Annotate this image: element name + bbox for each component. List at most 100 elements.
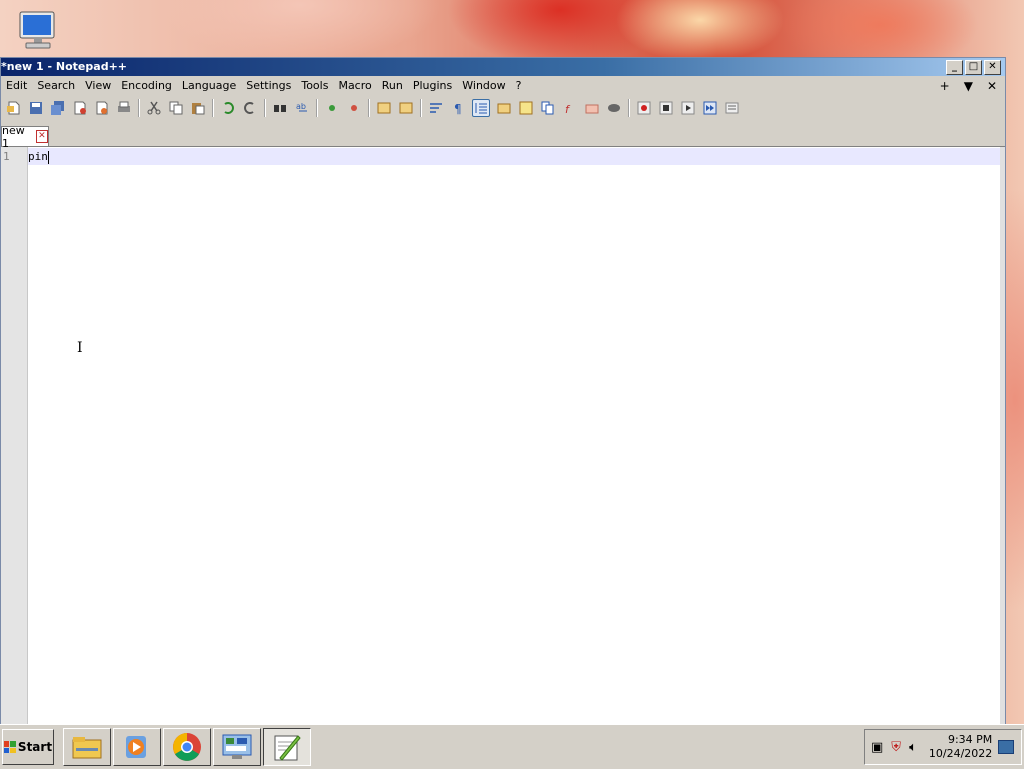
media-player-icon bbox=[126, 736, 146, 758]
clock-date: 10/24/2022 bbox=[928, 747, 993, 760]
play-macro-icon[interactable] bbox=[680, 100, 696, 116]
chrome-icon bbox=[173, 733, 201, 761]
print-icon[interactable] bbox=[116, 100, 132, 116]
menu-language[interactable]: Language bbox=[177, 76, 241, 96]
maximize-button[interactable]: □ bbox=[965, 60, 982, 75]
doc-map-icon[interactable] bbox=[518, 100, 534, 116]
notepadpp-icon bbox=[274, 735, 301, 761]
folder-workspace-icon[interactable] bbox=[584, 100, 600, 116]
save-all-icon[interactable] bbox=[50, 100, 66, 116]
function-list-icon[interactable]: f bbox=[562, 100, 578, 116]
vertical-scrollbar[interactable] bbox=[1000, 147, 1005, 724]
toolbar-separator bbox=[628, 99, 630, 117]
toolbar-separator bbox=[316, 99, 318, 117]
show-desktop-icon[interactable] bbox=[998, 740, 1015, 754]
control-panel-icon bbox=[222, 734, 252, 759]
menu-plugins[interactable]: Plugins bbox=[408, 76, 457, 96]
menu-view[interactable]: View bbox=[80, 76, 116, 96]
indent-guide-icon[interactable] bbox=[472, 99, 490, 117]
sync-horizontal-icon[interactable] bbox=[398, 100, 414, 116]
window-title: *new 1 - Notepad++ bbox=[1, 60, 128, 73]
start-label: Start bbox=[17, 740, 53, 754]
svg-text:f: f bbox=[565, 103, 571, 115]
svg-text:¶: ¶ bbox=[454, 102, 462, 115]
undo-icon[interactable] bbox=[220, 100, 236, 116]
menu-encoding[interactable]: Encoding bbox=[116, 76, 177, 96]
taskbar-notepadpp[interactable] bbox=[263, 728, 311, 766]
toolbar-separator bbox=[138, 99, 140, 117]
title-bar[interactable]: *new 1 - Notepad++ _ □ ✕ bbox=[1, 58, 1005, 76]
save-macro-icon[interactable] bbox=[724, 100, 740, 116]
paste-icon[interactable] bbox=[190, 100, 206, 116]
network-icon[interactable]: ▣ bbox=[871, 740, 883, 755]
code-line-text: pin bbox=[28, 150, 48, 163]
stop-macro-icon[interactable] bbox=[658, 100, 674, 116]
word-wrap-icon[interactable] bbox=[428, 100, 444, 116]
system-clock[interactable]: 9:34 PM 10/24/2022 bbox=[929, 733, 992, 761]
find-icon[interactable] bbox=[272, 100, 288, 116]
menu-help[interactable]: ? bbox=[511, 76, 527, 96]
doc-list-icon[interactable] bbox=[540, 100, 556, 116]
udl-icon[interactable] bbox=[496, 100, 512, 116]
taskbar-chrome[interactable] bbox=[163, 728, 211, 766]
zoom-out-icon[interactable] bbox=[346, 100, 362, 116]
computer-desktop-icon[interactable] bbox=[14, 8, 62, 52]
text-caret bbox=[47, 150, 49, 164]
tab-label: new 1 bbox=[2, 123, 25, 150]
new-file-icon[interactable] bbox=[6, 100, 22, 116]
close-file-icon[interactable] bbox=[72, 100, 88, 116]
security-alert-icon[interactable]: ⛨ bbox=[891, 740, 901, 755]
toolbar-separator bbox=[368, 99, 370, 117]
menu-search[interactable]: Search bbox=[32, 76, 80, 96]
start-button[interactable]: Start bbox=[2, 729, 54, 765]
toolbar-separator bbox=[264, 99, 266, 117]
menu-window[interactable]: Window bbox=[457, 76, 510, 96]
taskbar-media-player[interactable] bbox=[113, 728, 161, 766]
toolbar-separator bbox=[212, 99, 214, 117]
current-line-highlight bbox=[28, 148, 1001, 165]
line-number-gutter: 1 bbox=[1, 147, 28, 724]
show-all-characters-icon[interactable]: ¶ bbox=[450, 100, 466, 116]
folder-icon bbox=[72, 737, 102, 759]
new-tab-plus-icon[interactable]: + bbox=[940, 76, 950, 96]
menu-settings[interactable]: Settings bbox=[241, 76, 296, 96]
clock-time: 9:34 PM bbox=[947, 733, 993, 746]
system-tray: ▣ ⛨ 🔈︎ 9:34 PM 10/24/2022 bbox=[864, 729, 1022, 765]
ibeam-cursor-icon: I bbox=[77, 340, 83, 356]
sync-vertical-icon[interactable] bbox=[376, 100, 392, 116]
notepadpp-window: *new 1 - Notepad++ _ □ ✕ Edit Search Vie… bbox=[0, 57, 1006, 724]
taskbar-control-panel[interactable] bbox=[213, 728, 261, 766]
save-icon[interactable] bbox=[28, 100, 44, 116]
text-editor[interactable]: 1 pin I bbox=[1, 147, 1001, 724]
close-all-icon[interactable] bbox=[94, 100, 110, 116]
replace-icon[interactable]: ab bbox=[294, 100, 310, 116]
menu-tools[interactable]: Tools bbox=[296, 76, 333, 96]
record-macro-icon[interactable] bbox=[636, 100, 652, 116]
close-document-icon[interactable]: ✕ bbox=[987, 76, 997, 96]
menu-edit[interactable]: Edit bbox=[1, 76, 32, 96]
menu-run[interactable]: Run bbox=[377, 76, 408, 96]
redo-icon[interactable] bbox=[242, 100, 258, 116]
minimize-button[interactable]: _ bbox=[946, 60, 963, 75]
copy-icon[interactable] bbox=[168, 100, 184, 116]
run-macro-multiple-icon[interactable] bbox=[702, 100, 718, 116]
close-button[interactable]: ✕ bbox=[984, 60, 1001, 75]
tab-new-1[interactable]: new 1 ✕ bbox=[1, 124, 49, 150]
line-number: 1 bbox=[3, 150, 10, 163]
tab-list-dropdown-icon[interactable]: ▼ bbox=[964, 76, 973, 96]
menu-bar: Edit Search View Encoding Language Setti… bbox=[1, 76, 1005, 96]
taskbar: Start ▣ ⛨ 🔈︎ 9:34 PM 10/24/2022 bbox=[0, 724, 1024, 769]
menu-macro[interactable]: Macro bbox=[333, 76, 376, 96]
tab-bar: new 1 ✕ bbox=[1, 124, 1005, 150]
toolbar: ab ¶ f bbox=[1, 96, 1005, 120]
cut-icon[interactable] bbox=[146, 100, 162, 116]
code-line[interactable]: pin bbox=[28, 150, 49, 164]
tab-close-icon[interactable]: ✕ bbox=[35, 130, 48, 143]
windows-flag-icon bbox=[3, 741, 16, 753]
zoom-in-icon[interactable] bbox=[324, 100, 340, 116]
monitoring-icon[interactable] bbox=[606, 100, 622, 116]
taskbar-file-explorer[interactable] bbox=[63, 728, 111, 766]
svg-text:ab: ab bbox=[296, 102, 306, 111]
toolbar-separator bbox=[420, 99, 422, 117]
volume-icon[interactable]: 🔈︎ bbox=[909, 740, 917, 755]
